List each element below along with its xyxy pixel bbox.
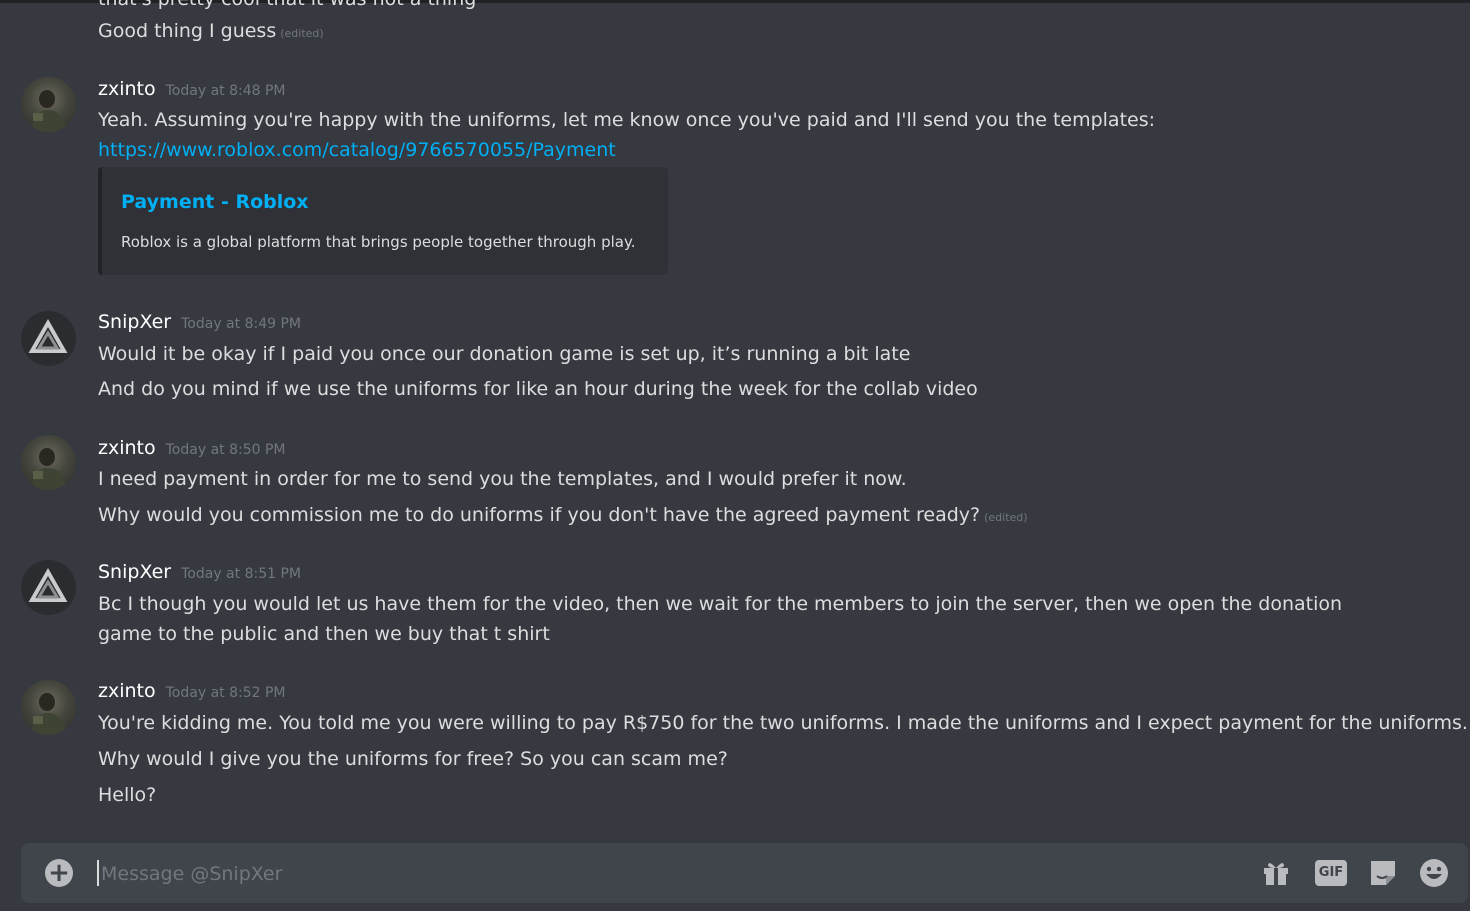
gif-button[interactable]: GIF (1314, 856, 1348, 890)
gift-icon (1264, 863, 1288, 885)
avatar-snipxer[interactable] (21, 560, 76, 615)
timestamp: Today at 8:49 PM (181, 316, 301, 332)
message-header: zxinto Today at 8:52 PM (98, 680, 286, 702)
avatar-photo-icon (31, 448, 67, 490)
avatar-photo-icon (31, 90, 67, 132)
username[interactable]: SnipXer (98, 561, 171, 583)
triangle-logo-icon (21, 311, 76, 366)
message-line: Good thing I guess (edited) (98, 16, 1410, 49)
message-header: zxinto Today at 8:48 PM (98, 78, 286, 100)
timestamp: Today at 8:52 PM (165, 685, 286, 701)
avatar-snipxer[interactable] (21, 311, 76, 366)
username[interactable]: SnipXer (98, 311, 171, 333)
avatar-zxinto[interactable] (21, 435, 76, 490)
message-line: I need payment in order for me to send y… (98, 468, 907, 490)
message-line: Why would you commission me to do unifor… (98, 500, 1410, 533)
message-composer: + GIF (21, 843, 1468, 903)
message-text: Good thing I guess (98, 20, 277, 42)
message-line: Hello? (98, 784, 157, 806)
sticker-button[interactable] (1366, 856, 1400, 890)
message-header: SnipXer Today at 8:51 PM (98, 561, 301, 583)
payment-link[interactable]: https://www.roblox.com/catalog/976657005… (98, 139, 616, 161)
timestamp: Today at 8:48 PM (165, 83, 286, 99)
username[interactable]: zxinto (98, 437, 156, 459)
plus-circle-icon[interactable]: + (45, 859, 73, 887)
username[interactable]: zxinto (98, 680, 156, 702)
emoji-button[interactable] (1417, 856, 1451, 890)
embed-title[interactable]: Payment - Roblox (121, 191, 309, 213)
avatar-photo-icon (31, 693, 67, 735)
emoji-icon (1420, 859, 1448, 887)
message-link-line: https://www.roblox.com/catalog/976657005… (98, 135, 1410, 165)
timestamp: Today at 8:50 PM (165, 442, 286, 458)
message-line: Bc I though you would let us have them f… (98, 593, 1343, 645)
timestamp: Today at 8:51 PM (181, 566, 301, 582)
username[interactable]: zxinto (98, 78, 156, 100)
link-embed: Payment - Roblox Roblox is a global plat… (98, 167, 668, 275)
message-line: Why would I give you the uniforms for fr… (98, 748, 728, 770)
message-header: zxinto Today at 8:50 PM (98, 437, 286, 459)
edited-label: (edited) (280, 27, 324, 40)
message-text: Why would you commission me to do unifor… (98, 504, 981, 526)
triangle-logo-icon (21, 560, 76, 615)
embed-description: Roblox is a global platform that brings … (121, 233, 636, 251)
edited-label: (edited) (984, 511, 1028, 524)
gift-button[interactable] (1259, 856, 1293, 890)
message-line: Yeah. Assuming you're happy with the uni… (98, 109, 1156, 131)
cut-off-message: that's pretty cool that it was not a thi… (98, 0, 476, 10)
message-line: Would it be okay if I paid you once our … (98, 343, 911, 365)
message-line: You're kidding me. You told me you were … (98, 712, 1468, 734)
message-header: SnipXer Today at 8:49 PM (98, 311, 301, 333)
avatar-zxinto[interactable] (21, 680, 76, 735)
message-input[interactable] (99, 855, 1253, 893)
gif-label: GIF (1315, 860, 1347, 886)
message-line: And do you mind if we use the uniforms f… (98, 378, 978, 400)
avatar-zxinto[interactable] (21, 77, 76, 132)
chat-area: that's pretty cool that it was not a thi… (0, 0, 1470, 911)
sticker-icon (1371, 861, 1395, 885)
